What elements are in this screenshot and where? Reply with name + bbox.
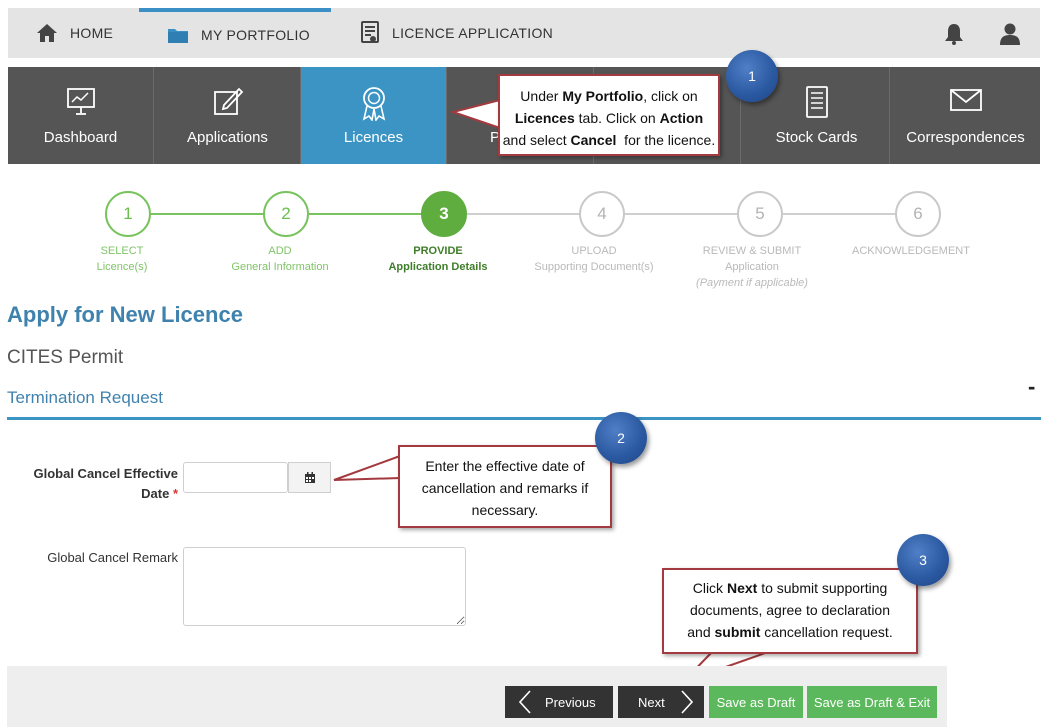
step-connector: [151, 213, 264, 215]
module-dashboard[interactable]: Dashboard: [8, 67, 154, 164]
step-1-label: SELECT Licence(s): [96, 245, 148, 273]
edit-document-icon: [213, 87, 243, 115]
module-label: Applications: [187, 129, 268, 146]
stock-card-icon: [805, 86, 828, 118]
page-title: Apply for New Licence: [7, 302, 243, 327]
award-ribbon-icon: [362, 87, 385, 121]
nav-home-label: HOME: [70, 25, 114, 41]
nav-my-portfolio-label: MY PORTFOLIO: [201, 27, 310, 43]
step-connector: [783, 213, 896, 215]
save-as-draft-exit-button[interactable]: Save as Draft & Exit: [807, 686, 937, 718]
envelope-icon: [949, 89, 982, 111]
previous-button[interactable]: Previous: [505, 686, 613, 718]
nav-licence-application-label: LICENCE APPLICATION: [392, 25, 554, 41]
remark-textarea[interactable]: [183, 547, 466, 626]
callout-3: Click Next to submit supporting documents…: [662, 568, 918, 654]
step-6-circle: 6: [895, 191, 941, 237]
callout-badge-3: 3: [897, 534, 949, 586]
step-5-circle: 5: [737, 191, 783, 237]
form-footer: [7, 666, 947, 727]
calendar-button[interactable]: [288, 462, 331, 493]
step-connector: [625, 213, 738, 215]
nav-home[interactable]: HOME: [36, 8, 113, 58]
chevron-right-icon: [681, 690, 693, 714]
step-3-circle: 3: [421, 191, 467, 237]
calendar-icon: [304, 471, 315, 483]
module-applications[interactable]: Applications: [155, 67, 301, 164]
collapse-icon[interactable]: -: [1028, 374, 1035, 400]
step-4-label: UPLOAD Supporting Document(s): [534, 245, 654, 273]
module-correspondences[interactable]: Correspondences: [891, 67, 1040, 164]
section-divider: [7, 417, 1041, 420]
effective-date-label: Global Cancel Effective Date *: [33, 466, 179, 501]
step-4-circle: 4: [579, 191, 625, 237]
save-as-draft-button[interactable]: Save as Draft: [709, 686, 803, 718]
home-icon: [37, 24, 57, 42]
page-subtitle: CITES Permit: [7, 347, 124, 368]
step-connector: [467, 213, 580, 215]
next-button-label: Next: [638, 694, 665, 710]
step-connector: [309, 213, 422, 215]
previous-button-label: Previous: [545, 694, 596, 710]
bell-icon[interactable]: [942, 22, 966, 51]
presentation-chart-icon: [66, 88, 95, 115]
remark-label: Global Cancel Remark: [47, 550, 178, 565]
module-label: Licences: [343, 129, 404, 146]
step-6-label: ACKNOWLEDGEMENT: [852, 245, 970, 257]
step-2-circle: 2: [263, 191, 309, 237]
module-label: Stock Cards: [775, 129, 858, 146]
module-label: Correspondences: [906, 129, 1025, 146]
chevron-left-icon: [519, 690, 531, 714]
callout-badge-2: 2: [595, 412, 647, 464]
document-certificate-icon: [361, 21, 379, 43]
step-2-label: ADD General Information: [231, 245, 329, 273]
step-5-label: REVIEW & SUBMIT Application (Payment if …: [696, 245, 808, 289]
module-label: Dashboard: [43, 129, 118, 146]
top-navigation: HOME MY PORTFOLIO LICENCE APPLICATION: [8, 8, 1040, 58]
next-button[interactable]: Next: [618, 686, 704, 718]
callout-badge-1: 1: [726, 50, 778, 102]
nav-my-portfolio[interactable]: MY PORTFOLIO: [139, 8, 331, 58]
callout-2-tail: [333, 454, 401, 481]
step-1-circle: 1: [105, 191, 151, 237]
user-icon[interactable]: [999, 22, 1021, 51]
callout-1: Under My Portfolio, click on Licences tab…: [498, 74, 720, 156]
module-licences[interactable]: Licences: [301, 67, 447, 164]
step-3-label: PROVIDE Application Details: [388, 245, 488, 273]
callout-2: Enter the effective date of cancellation…: [398, 445, 612, 528]
folder-icon: [168, 29, 188, 43]
nav-licence-application[interactable]: LICENCE APPLICATION: [360, 8, 553, 58]
section-title: Termination Request: [7, 388, 163, 407]
required-marker: *: [172, 486, 178, 501]
effective-date-input[interactable]: [183, 462, 288, 493]
